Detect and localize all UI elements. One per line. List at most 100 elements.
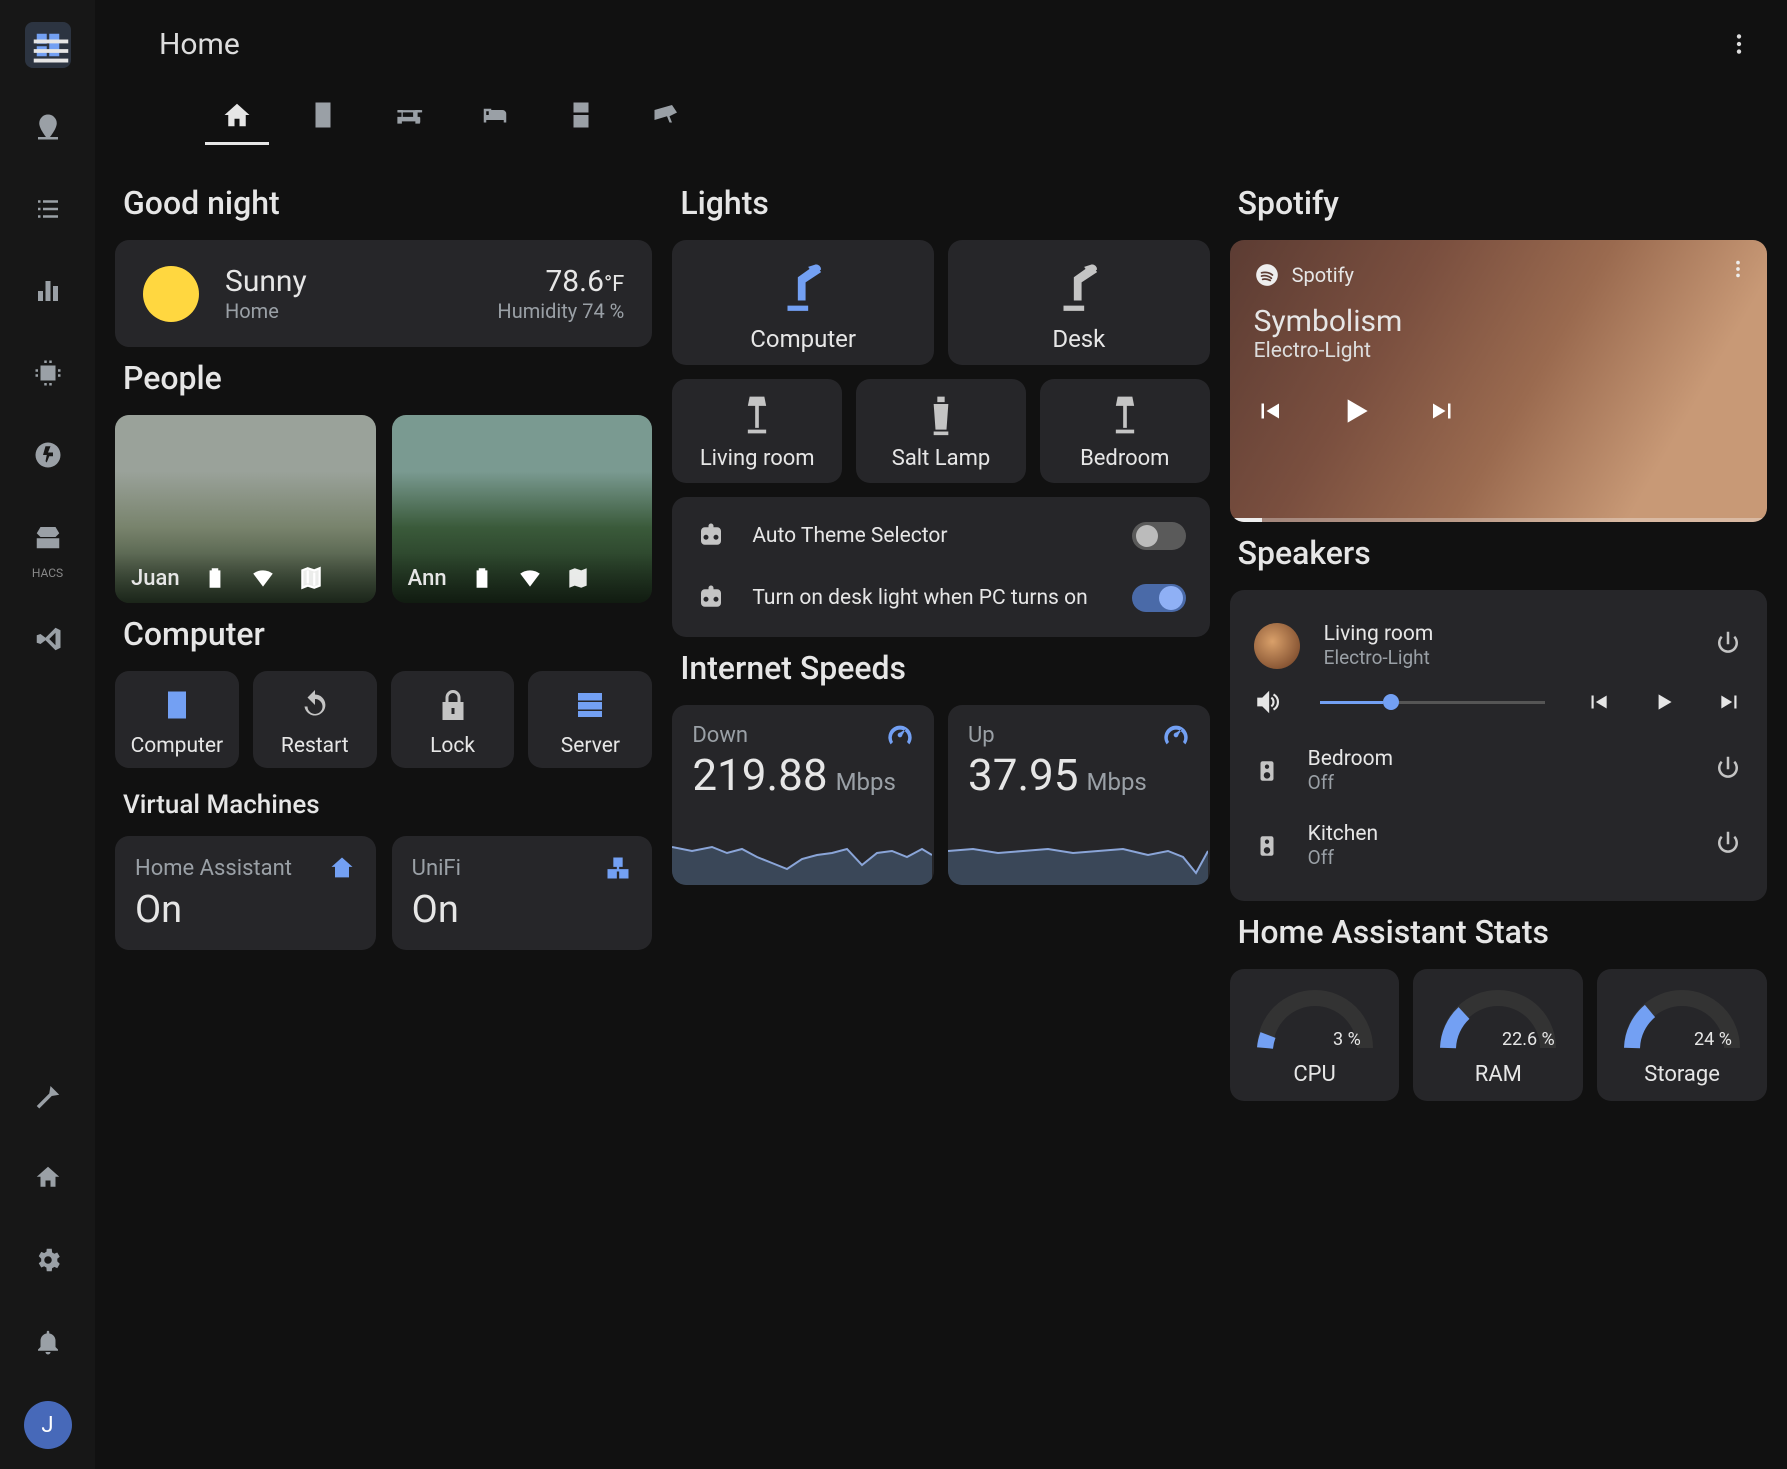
media-source: Spotify xyxy=(1254,262,1743,288)
toggle-desk-light[interactable] xyxy=(1132,584,1186,612)
action-lock[interactable]: Lock xyxy=(391,671,515,768)
speaker-living-room[interactable]: Living roomElectro-Light xyxy=(1254,608,1743,683)
weather-location: Home xyxy=(225,299,307,323)
person-card-juan[interactable]: Juan xyxy=(115,415,376,603)
rail-devtools[interactable] xyxy=(25,1073,71,1119)
rail-user-avatar[interactable]: J xyxy=(24,1401,72,1449)
sparkline xyxy=(948,829,1208,885)
tab-living[interactable] xyxy=(389,95,429,135)
speakers-card: Living roomElectro-Light BedroomOff xyxy=(1230,590,1767,901)
sparkline xyxy=(672,829,932,885)
map-icon xyxy=(565,565,591,591)
power-button[interactable] xyxy=(1713,753,1743,788)
computer-title: Computer xyxy=(123,615,644,653)
sun-icon xyxy=(143,266,199,322)
track-title: Symbolism xyxy=(1254,304,1743,339)
action-server[interactable]: Server xyxy=(528,671,652,768)
svg-text:3 %: 3 % xyxy=(1333,1029,1361,1050)
rail-history[interactable] xyxy=(25,268,71,314)
spotify-card[interactable]: Spotify Symbolism Electro-Light xyxy=(1230,240,1767,522)
next-track-button[interactable] xyxy=(1717,689,1743,715)
wifi-icon xyxy=(250,565,276,591)
light-desk[interactable]: Desk xyxy=(948,240,1210,365)
page-title: Home xyxy=(159,27,240,62)
robot-icon xyxy=(696,583,726,613)
rail-hacs-label: HACS xyxy=(32,566,63,580)
play-button[interactable] xyxy=(1336,391,1376,431)
rail-supervisor[interactable] xyxy=(25,1155,71,1201)
volume-icon[interactable] xyxy=(1254,689,1280,715)
action-restart[interactable]: Restart xyxy=(253,671,377,768)
action-computer[interactable]: Computer xyxy=(115,671,239,768)
rail-vscode[interactable] xyxy=(25,616,71,662)
rail-logbook[interactable] xyxy=(25,186,71,232)
light-living-room[interactable]: Living room xyxy=(672,379,842,483)
tab-cameras[interactable] xyxy=(647,95,687,135)
automation-auto-theme[interactable]: Auto Theme Selector xyxy=(696,505,1185,567)
overflow-menu[interactable] xyxy=(1719,24,1759,64)
col-mid: Lights Computer Desk Living room Salt La… xyxy=(672,172,1209,1469)
next-track-button[interactable] xyxy=(1428,396,1458,426)
vm-title: Virtual Machines xyxy=(123,790,644,820)
person-card-ann[interactable]: Ann xyxy=(392,415,653,603)
sidebar-rail: HACS J xyxy=(0,0,95,1469)
speaker-bedroom[interactable]: BedroomOff xyxy=(1254,733,1743,808)
battery-icon xyxy=(202,565,228,591)
rail-notifications[interactable] xyxy=(25,1319,71,1365)
gauge-storage[interactable]: 24 % Storage xyxy=(1597,969,1767,1101)
rail-config[interactable] xyxy=(25,1237,71,1283)
toggle-auto-theme[interactable] xyxy=(1132,522,1186,550)
person-name: Juan xyxy=(131,566,180,591)
computer-actions: Computer Restart Lock Server xyxy=(115,671,652,768)
automation-desk-light[interactable]: Turn on desk light when PC turns on xyxy=(696,567,1185,629)
vm-home-assistant[interactable]: Home Assistant On xyxy=(115,836,376,950)
gauge-ram[interactable]: 22.6 % RAM xyxy=(1413,969,1583,1101)
battery-icon xyxy=(469,565,495,591)
tab-server[interactable] xyxy=(303,95,343,135)
menu-toggle[interactable] xyxy=(28,28,74,74)
map-icon xyxy=(298,565,324,591)
weather-card[interactable]: Sunny Home 78.6°F Humidity 74 % xyxy=(115,240,652,347)
tab-kitchen[interactable] xyxy=(561,95,601,135)
prev-track-button[interactable] xyxy=(1254,396,1284,426)
greeting-title: Good night xyxy=(123,184,644,222)
col-right: Spotify Spotify Symbolism Electro-Light … xyxy=(1230,172,1767,1469)
gauge-cpu[interactable]: 3 % CPU xyxy=(1230,969,1400,1101)
speed-down[interactable]: Down 219.88Mbps xyxy=(672,705,934,885)
media-progress[interactable] xyxy=(1230,518,1767,522)
speaker-kitchen[interactable]: KitchenOff xyxy=(1254,808,1743,883)
rail-esphome[interactable] xyxy=(25,350,71,396)
speaker-icon xyxy=(1254,756,1280,786)
gauge-icon xyxy=(886,721,914,749)
light-bedroom[interactable]: Bedroom xyxy=(1040,379,1210,483)
media-menu[interactable] xyxy=(1727,258,1749,285)
rail-hacs[interactable] xyxy=(25,514,71,560)
speed-up[interactable]: Up 37.95Mbps xyxy=(948,705,1210,885)
weather-condition: Sunny xyxy=(225,264,307,299)
ha-icon xyxy=(328,854,356,882)
internet-title: Internet Speeds xyxy=(680,649,1201,687)
power-button[interactable] xyxy=(1713,828,1743,863)
album-art-icon xyxy=(1254,623,1300,669)
col-left: Good night Sunny Home 78.6°F Humidity 74… xyxy=(115,172,652,1469)
rail-energy[interactable] xyxy=(25,432,71,478)
spotify-icon xyxy=(1254,262,1280,288)
tab-bedroom[interactable] xyxy=(475,95,515,135)
view-tabs xyxy=(95,88,1787,142)
robot-icon xyxy=(696,521,726,551)
speaker-controls xyxy=(1254,683,1743,733)
spotify-title: Spotify xyxy=(1238,184,1759,222)
tab-home[interactable] xyxy=(217,95,257,135)
volume-slider[interactable] xyxy=(1320,701,1545,704)
light-salt-lamp[interactable]: Salt Lamp xyxy=(856,379,1026,483)
weather-humidity: Humidity 74 % xyxy=(497,299,624,323)
rail-map[interactable] xyxy=(25,104,71,150)
stats-title: Home Assistant Stats xyxy=(1238,913,1759,951)
play-button[interactable] xyxy=(1651,689,1677,715)
topbar: Home xyxy=(95,0,1787,88)
light-computer[interactable]: Computer xyxy=(672,240,934,365)
gauge-icon xyxy=(1162,721,1190,749)
vm-unifi[interactable]: UniFi On xyxy=(392,836,653,950)
power-button[interactable] xyxy=(1713,628,1743,663)
prev-track-button[interactable] xyxy=(1585,689,1611,715)
